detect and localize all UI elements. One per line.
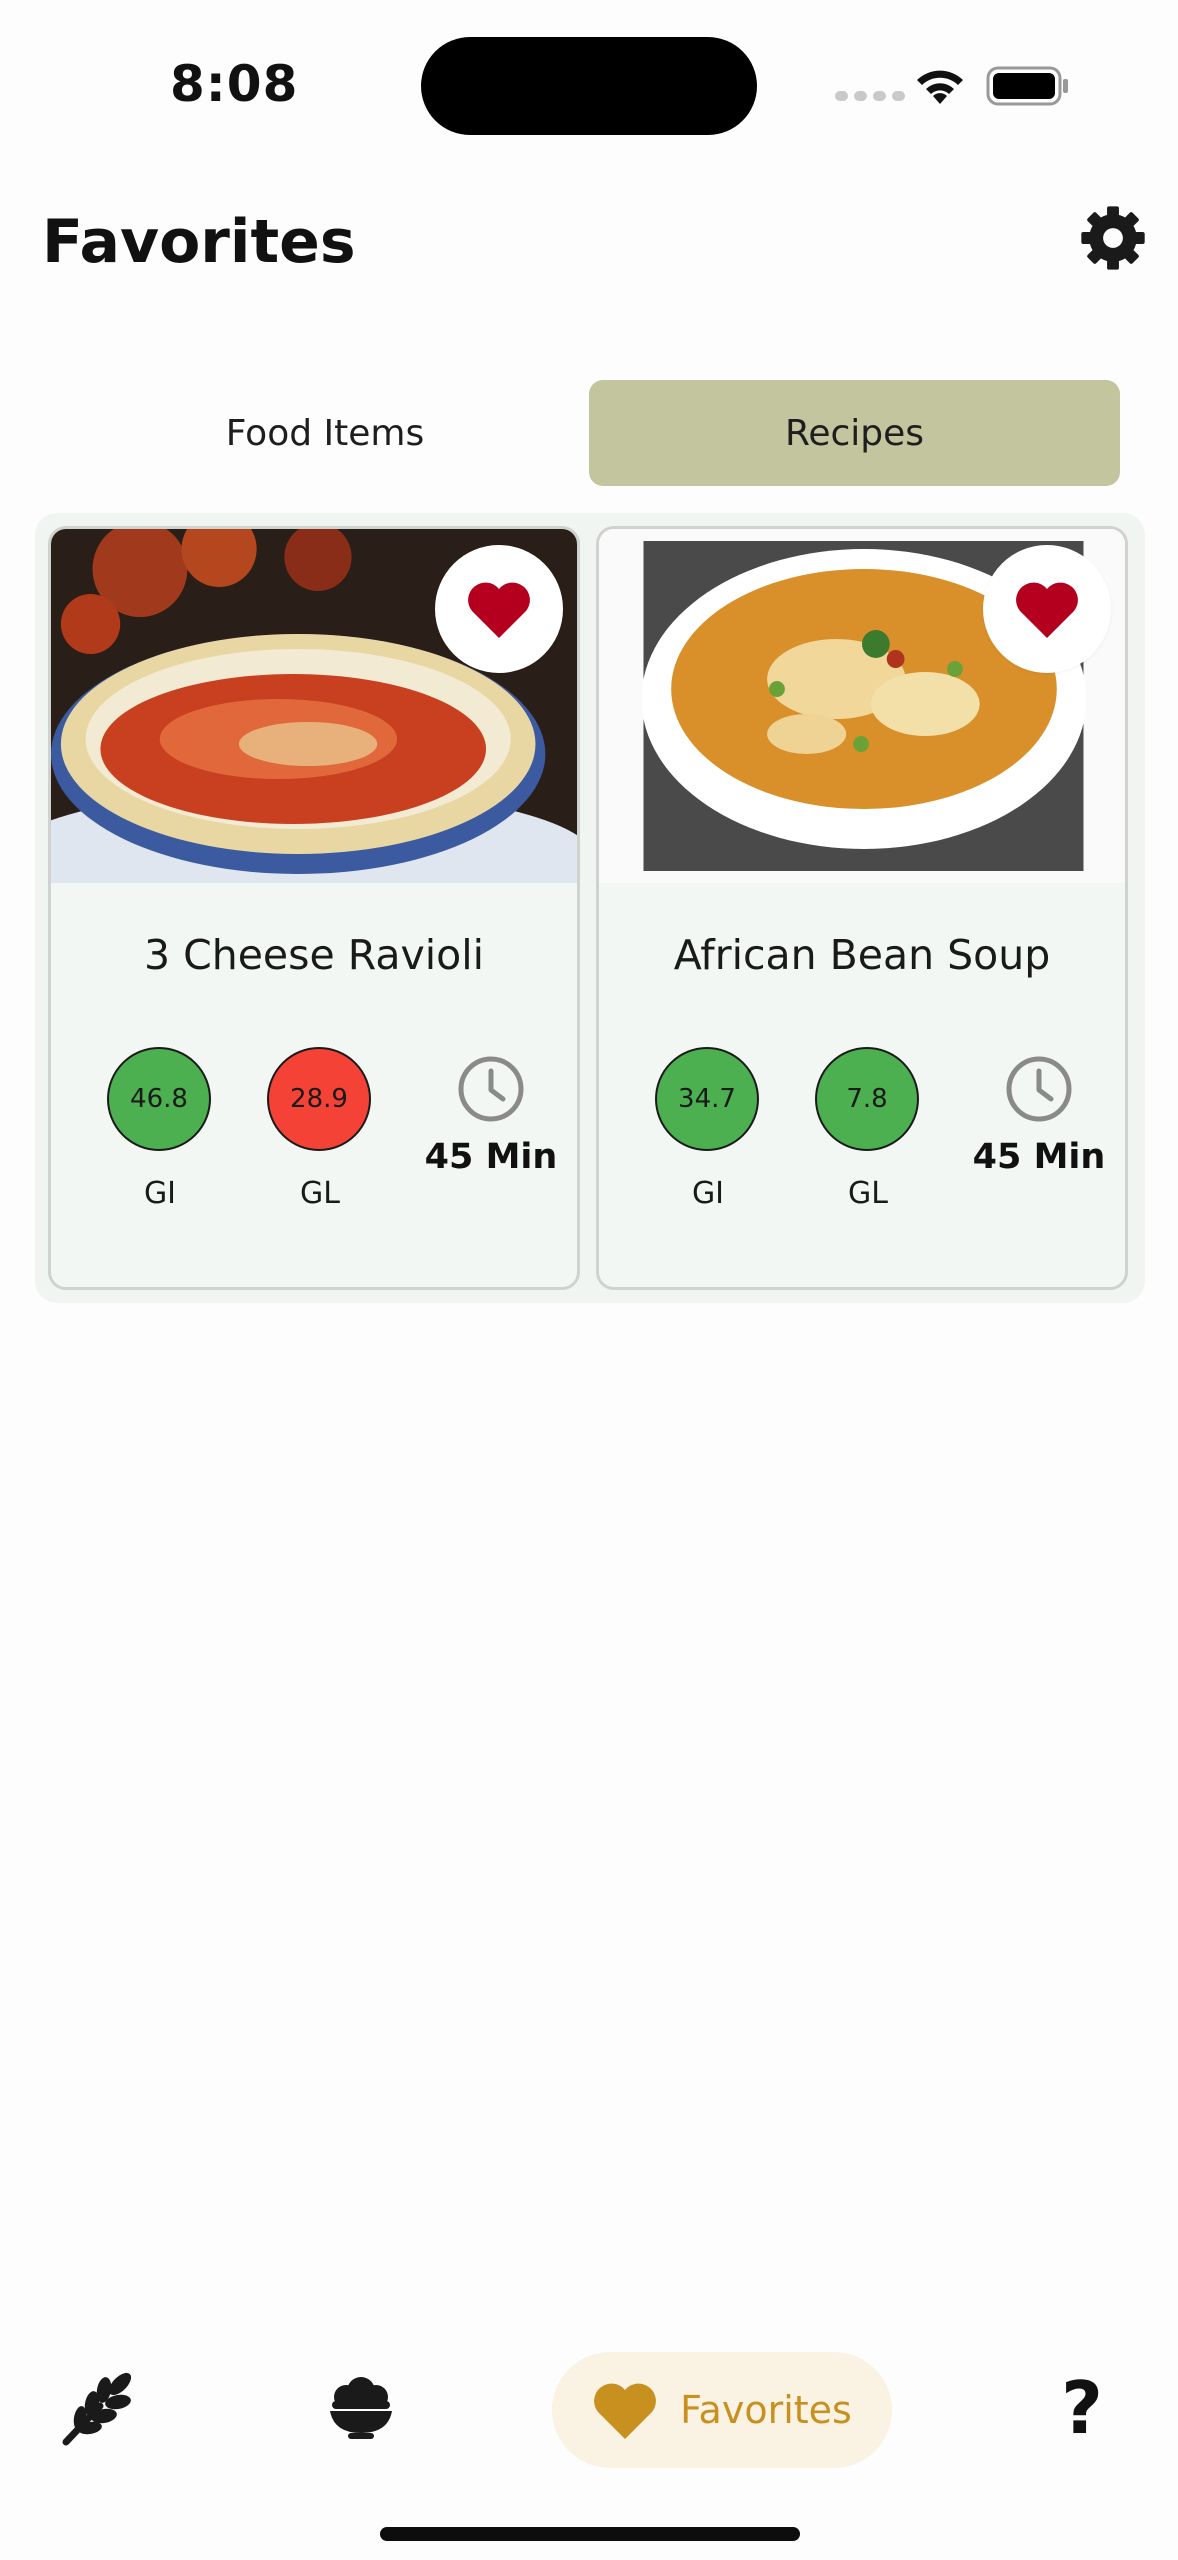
gi-metric: 34.7 GI xyxy=(655,1047,761,1211)
recipe-card[interactable]: African Bean Soup 34.7 GI 7.8 GL 45 Min xyxy=(596,526,1128,1290)
heart-icon xyxy=(468,582,530,638)
gl-label: GL xyxy=(848,1176,888,1211)
heart-icon xyxy=(1016,582,1078,638)
gi-metric: 46.8 GI xyxy=(107,1047,213,1211)
clock-icon xyxy=(1006,1056,1072,1122)
page-title: Favorites xyxy=(42,207,356,277)
cook-time: 45 Min xyxy=(421,1055,561,1177)
nav-item-foods[interactable] xyxy=(60,2370,136,2446)
dynamic-island xyxy=(421,37,757,135)
recipe-name: African Bean Soup xyxy=(673,931,1051,979)
cook-time: 45 Min xyxy=(969,1055,1109,1177)
recipe-card[interactable]: 3 Cheese Ravioli 46.8 GI 28.9 GL 45 Min xyxy=(48,526,580,1290)
wifi-icon xyxy=(917,70,963,104)
heart-icon xyxy=(594,2383,657,2439)
gl-metric: 7.8 GL xyxy=(815,1047,921,1211)
recipe-name: 3 Cheese Ravioli xyxy=(143,931,485,979)
nav-item-help[interactable]: ? xyxy=(1052,2366,1112,2450)
home-indicator xyxy=(380,2527,800,2541)
cook-time-label: 45 Min xyxy=(972,1137,1106,1177)
bowl-icon xyxy=(330,2377,392,2439)
gi-badge: 46.8 xyxy=(107,1047,211,1151)
tab-recipes[interactable]: Recipes xyxy=(589,380,1120,486)
battery-icon xyxy=(986,66,1068,106)
gi-label: GI xyxy=(143,1176,177,1211)
favorite-button[interactable] xyxy=(435,545,563,673)
gi-label: GI xyxy=(691,1176,725,1211)
favorite-button[interactable] xyxy=(983,545,1111,673)
wheat-icon xyxy=(62,2372,132,2446)
nav-item-recipes[interactable] xyxy=(326,2375,396,2441)
tab-food-items[interactable]: Food Items xyxy=(160,380,490,486)
status-time: 8:08 xyxy=(170,55,299,113)
signal-icon xyxy=(835,91,905,101)
clock-icon xyxy=(458,1056,524,1122)
gear-icon[interactable] xyxy=(1080,205,1146,271)
gl-metric: 28.9 GL xyxy=(267,1047,373,1211)
gl-label: GL xyxy=(300,1176,340,1211)
nav-item-favorites[interactable]: Favorites xyxy=(552,2352,892,2468)
nav-favorites-label: Favorites xyxy=(680,2388,852,2432)
gi-badge: 34.7 xyxy=(655,1047,759,1151)
gl-badge: 7.8 xyxy=(815,1047,919,1151)
gl-badge: 28.9 xyxy=(267,1047,371,1151)
cook-time-label: 45 Min xyxy=(424,1137,558,1177)
question-icon: ? xyxy=(1061,2366,1103,2450)
